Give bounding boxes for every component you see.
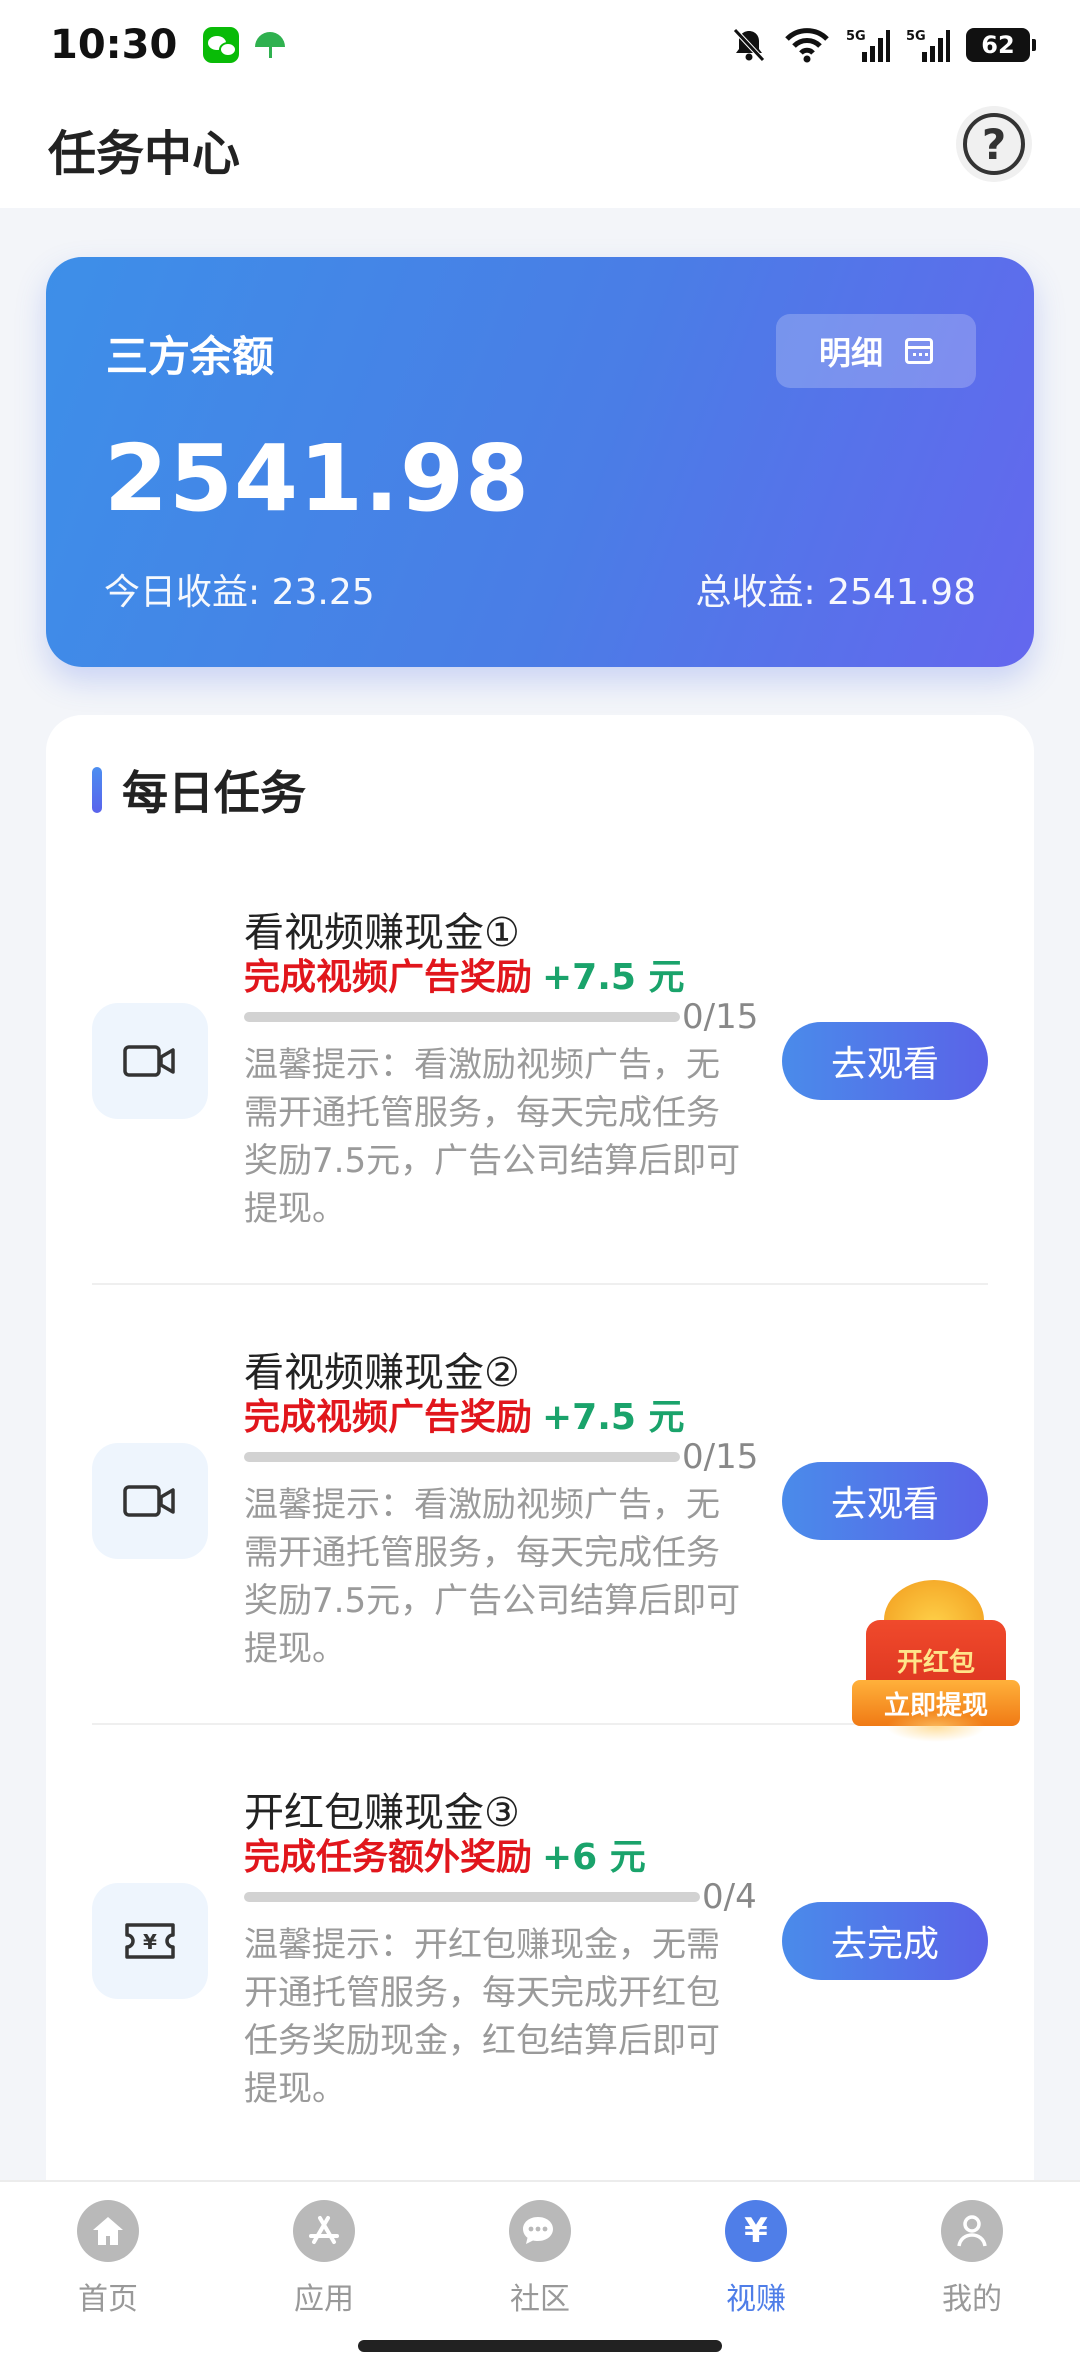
red-packet-widget[interactable]: 开红包 立即提现 <box>846 1580 1026 1750</box>
task-item: ¥ 开红包赚现金③ 完成任务额外奖励 +6 元 0/4 温馨提示：开红包赚现金，无… <box>92 1735 988 2165</box>
status-time: 10:30 <box>50 22 178 68</box>
total-earnings: 总收益: 2541.98 <box>695 572 976 613</box>
page-title: 任务中心 <box>48 126 241 182</box>
task-progress: 0/4 <box>244 1877 757 1917</box>
notification-icons <box>203 27 286 63</box>
network-label-1: 5G <box>846 29 866 44</box>
task-icon-box <box>92 1443 208 1559</box>
ticket-yuan-icon: ¥ <box>125 1923 175 1959</box>
glow-decoration <box>886 1712 986 1742</box>
reward-amount: +6 元 <box>542 1837 646 1878</box>
task-progress: 0/15 <box>244 997 758 1037</box>
chat-icon <box>509 2200 571 2262</box>
reward-label: 完成视频广告奖励 <box>244 957 533 998</box>
nav-item-home[interactable]: 首页 <box>28 2200 188 2318</box>
nav-label: 视赚 <box>726 2282 786 2317</box>
progress-bar <box>244 1892 700 1902</box>
nav-item-community[interactable]: 社区 <box>460 2200 620 2318</box>
task-icon-box: ¥ <box>92 1883 208 1999</box>
reward-amount: +7.5 元 <box>542 1397 685 1438</box>
task-description: 温馨提示：开红包赚现金，无需开通托管服务，每天完成开红包任务奖励现金，红包结算后… <box>244 1925 720 2109</box>
today-earnings: 今日收益: 23.25 <box>104 572 375 613</box>
calendar-icon <box>905 338 933 364</box>
task-icon-box <box>92 1003 208 1119</box>
yuan-glyph: ¥ <box>143 1930 157 1954</box>
nav-label: 我的 <box>942 2282 1002 2317</box>
nav-label: 首页 <box>78 2282 138 2317</box>
detail-button-label: 明细 <box>818 334 883 372</box>
reward-amount: +7.5 元 <box>542 957 685 998</box>
section-title: 每日任务 <box>122 766 306 820</box>
balance-card: 三方余额 明细 2541.98 今日收益: 23.25 总收益: 2541.98 <box>46 257 1034 667</box>
progress-bar <box>244 1012 680 1022</box>
signal-icon-1: 5G <box>846 27 890 63</box>
task-item: 看视频赚现金① 完成视频广告奖励 +7.5 元 0/15 温馨提示：看激励视频广告… <box>92 855 988 1285</box>
detail-button[interactable]: 明细 <box>776 314 976 388</box>
nav-item-earn[interactable]: ¥ 视赚 <box>676 2200 836 2318</box>
home-indicator[interactable] <box>358 2340 722 2352</box>
yen-icon: ¥ <box>725 2200 787 2262</box>
status-right: 5G 5G 62 <box>730 27 1036 63</box>
task-description: 温馨提示：看激励视频广告，无需开通托管服务，每天完成任务奖励7.5元，广告公司结… <box>244 1045 741 1229</box>
progress-text: 0/15 <box>682 1437 759 1477</box>
wifi-icon <box>784 27 830 63</box>
home-icon <box>77 2200 139 2262</box>
wechat-icon <box>203 27 240 63</box>
task-divider <box>92 1283 988 1285</box>
video-camera-icon <box>123 1045 175 1077</box>
task-reward: 完成任务额外奖励 +6 元 <box>244 1828 646 1880</box>
page-header: 任务中心 ? <box>0 90 1080 208</box>
task-reward: 完成视频广告奖励 +7.5 元 <box>244 1388 685 1440</box>
section-header: 每日任务 <box>92 757 306 823</box>
balance-label: 三方余额 <box>106 332 275 381</box>
nav-label: 应用 <box>294 2282 354 2317</box>
watch-button[interactable]: 去观看 <box>782 1022 988 1100</box>
status-bar: 10:30 5G 5G 62 <box>0 0 1080 90</box>
progress-text: 0/4 <box>702 1877 757 1917</box>
task-description: 温馨提示：看激励视频广告，无需开通托管服务，每天完成任务奖励7.5元，广告公司结… <box>244 1485 741 1669</box>
daily-tasks-card: 每日任务 看视频赚现金① 完成视频广告奖励 +7.5 元 0/15 温馨提示：看激… <box>46 715 1034 2195</box>
section-accent-bar <box>92 767 102 813</box>
task-progress: 0/15 <box>244 1437 758 1477</box>
nav-label: 社区 <box>510 2282 570 2317</box>
help-button[interactable]: ? <box>956 106 1032 182</box>
umbrella-icon <box>255 30 286 60</box>
question-icon: ? <box>963 113 1025 175</box>
reward-label: 完成视频广告奖励 <box>244 1397 533 1438</box>
nav-item-profile[interactable]: 我的 <box>892 2200 1052 2318</box>
signal-icon-2: 5G <box>906 27 950 63</box>
task-reward: 完成视频广告奖励 +7.5 元 <box>244 948 685 1000</box>
mute-bell-icon <box>730 27 768 63</box>
progress-bar <box>244 1452 680 1462</box>
red-packet-label: 开红包 <box>896 1648 975 1678</box>
watch-button[interactable]: 去观看 <box>782 1462 988 1540</box>
complete-button[interactable]: 去完成 <box>782 1902 988 1980</box>
balance-amount: 2541.98 <box>104 425 531 532</box>
reward-label: 完成任务额外奖励 <box>244 1837 533 1878</box>
app-store-icon <box>293 2200 355 2262</box>
nav-item-apps[interactable]: 应用 <box>244 2200 404 2318</box>
battery-icon: 62 <box>966 28 1036 62</box>
profile-icon <box>941 2200 1003 2262</box>
network-label-2: 5G <box>906 29 926 44</box>
video-camera-icon <box>123 1485 175 1517</box>
progress-text: 0/15 <box>682 997 759 1037</box>
task-center-page: 10:30 5G 5G 62 任务中心 ? 三方余额 明细 2541.98 今日… <box>0 0 1080 2376</box>
